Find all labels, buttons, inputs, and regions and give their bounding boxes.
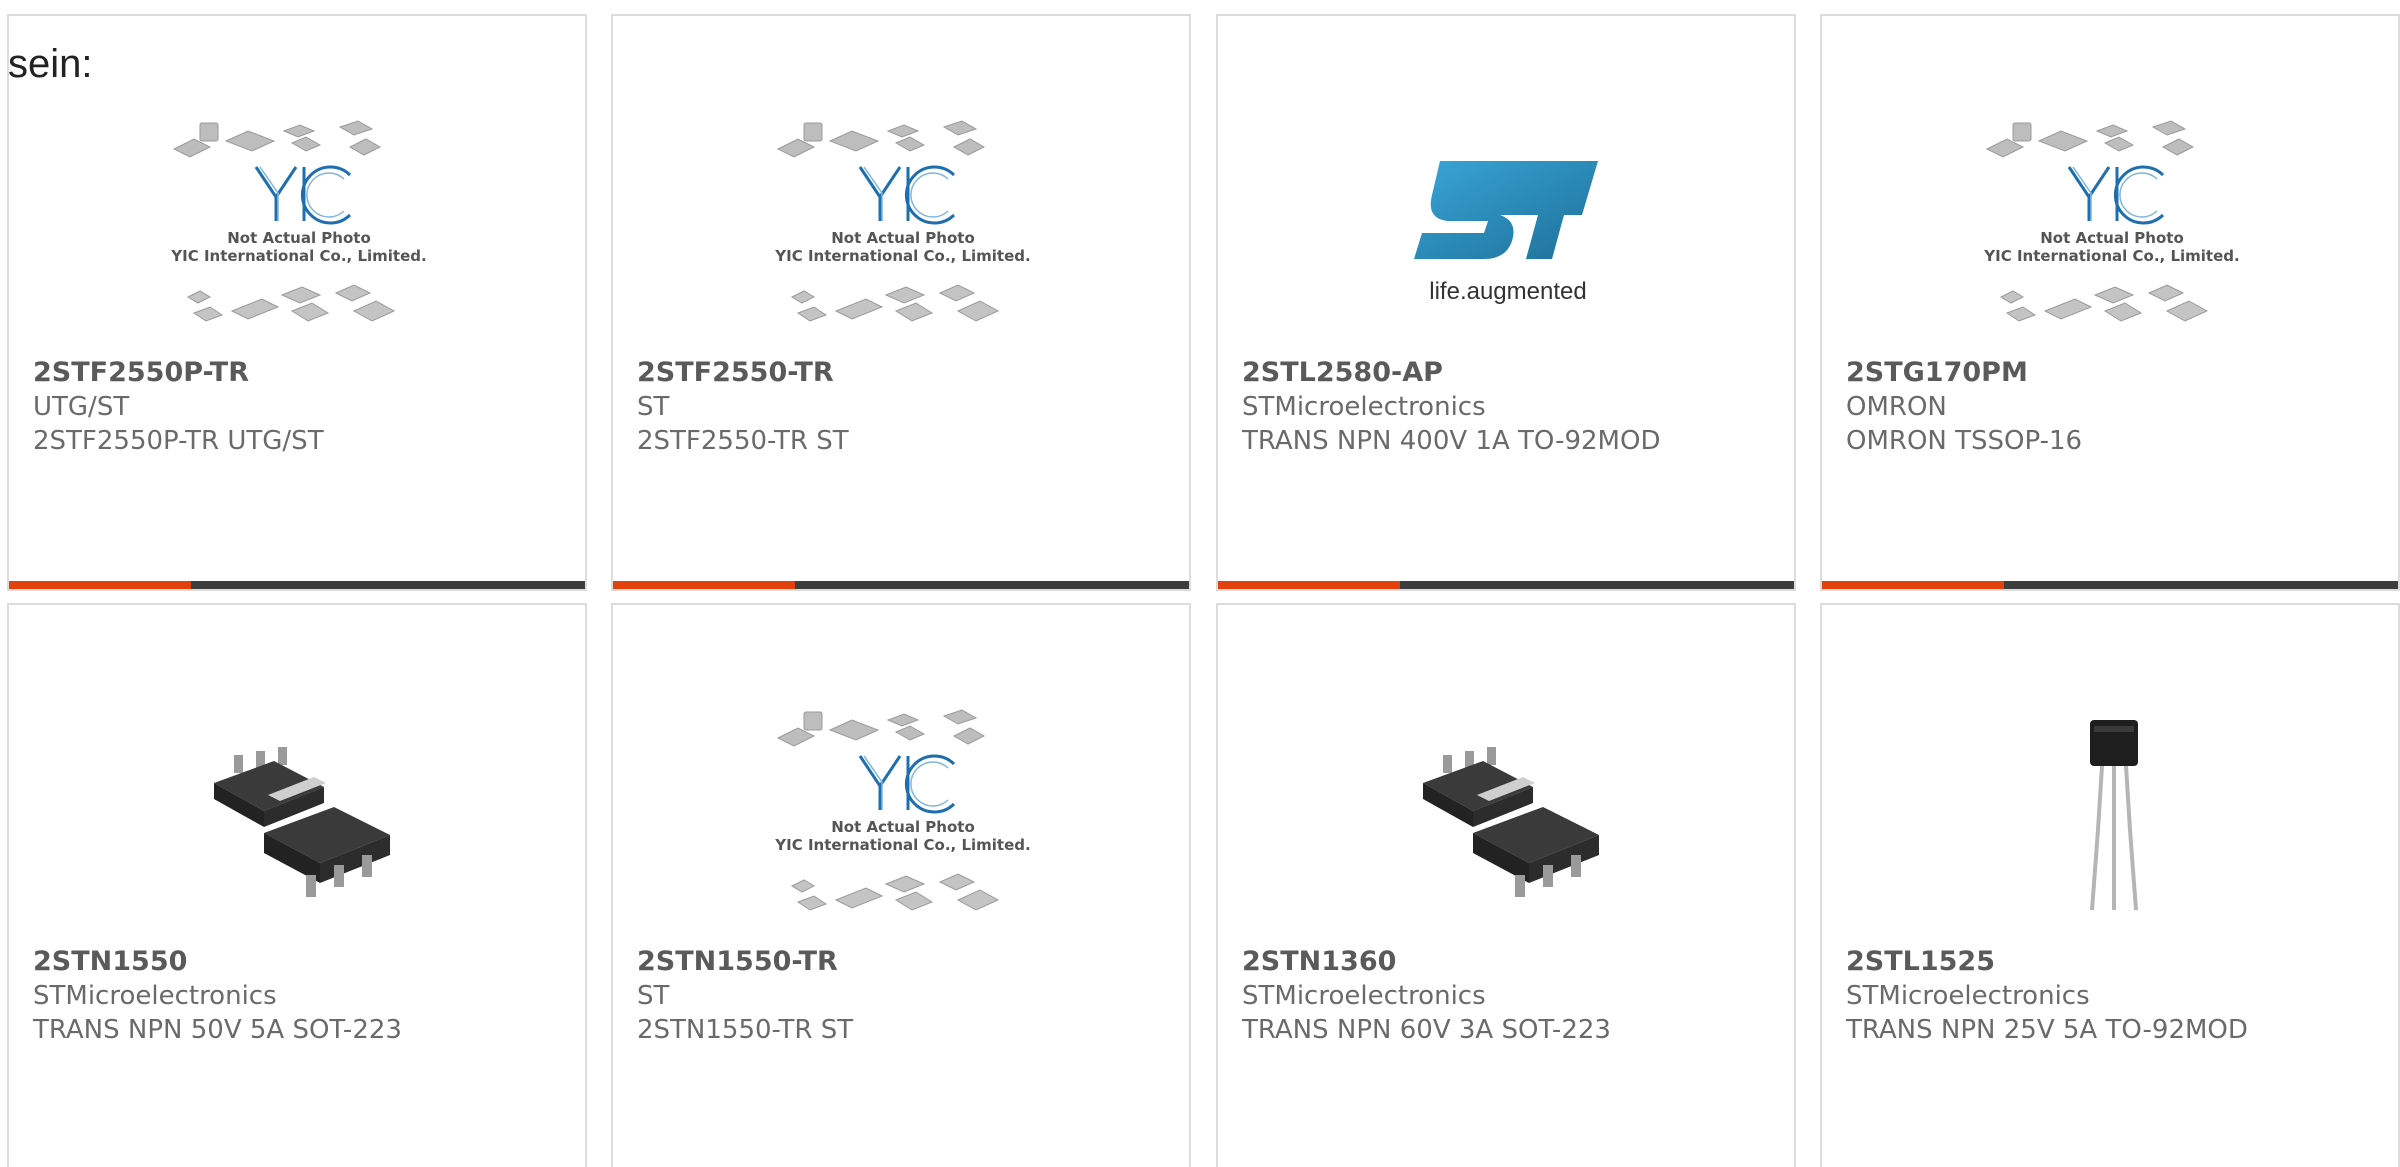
product-description: TRANS NPN 60V 3A SOT-223: [1242, 1015, 1611, 1045]
product-info: 2STG170PM OMRON OMRON TSSOP-16: [1846, 356, 2382, 458]
product-card[interactable]: 2STN1360 STMicroelectronics TRANS NPN 60…: [1216, 603, 1796, 1167]
placeholder-image: Not Actual Photo YIC International Co., …: [1983, 120, 2240, 322]
part-number[interactable]: 2STF2550-TR: [637, 356, 1173, 390]
placeholder-image: Not Actual Photo YIC International Co., …: [170, 120, 427, 322]
product-image[interactable]: [164, 685, 434, 955]
product-card[interactable]: Not Actual Photo YIC International Co., …: [611, 14, 1191, 591]
manufacturer: STMicroelectronics: [1242, 981, 1486, 1011]
placeholder-line2: YIC International Co., Limited.: [170, 247, 426, 265]
product-card[interactable]: life.augmented 2STL2580-AP STMicroelectr…: [1216, 14, 1796, 591]
card-footer-bar: [1822, 581, 2398, 589]
manufacturer: STMicroelectronics: [1846, 981, 2090, 1011]
manufacturer: ST: [637, 392, 670, 422]
product-description: OMRON TSSOP-16: [1846, 426, 2083, 456]
product-image[interactable]: [1977, 685, 2247, 955]
placeholder-image: Not Actual Photo YIC International Co., …: [774, 120, 1031, 322]
placeholder-image: Not Actual Photo YIC International Co., …: [774, 709, 1031, 911]
product-description: 2STF2550P-TR UTG/ST: [33, 426, 324, 456]
placeholder-line1: Not Actual Photo: [2040, 229, 2184, 247]
product-card[interactable]: 2STL1525 STMicroelectronics TRANS NPN 25…: [1820, 603, 2400, 1167]
product-info: 2STN1550-TR ST 2STN1550-TR ST: [637, 945, 1173, 1047]
product-info: 2STL1525 STMicroelectronics TRANS NPN 25…: [1846, 945, 2382, 1047]
product-image[interactable]: Not Actual Photo YIC International Co., …: [164, 96, 434, 366]
placeholder-line2: YIC International Co., Limited.: [1983, 247, 2239, 265]
placeholder-line1: Not Actual Photo: [227, 229, 371, 247]
manufacturer: STMicroelectronics: [1242, 392, 1486, 422]
part-number[interactable]: 2STL1525: [1846, 945, 2382, 979]
st-logo-tagline: life.augmented: [1429, 278, 1586, 305]
card-footer-accent: [1218, 581, 1400, 589]
card-footer-bar: [9, 581, 585, 589]
product-info: 2STL2580-AP STMicroelectronics TRANS NPN…: [1242, 356, 1778, 458]
product-description: 2STN1550-TR ST: [637, 1015, 854, 1045]
product-card[interactable]: Not Actual Photo YIC International Co., …: [1820, 14, 2400, 591]
product-info: 2STF2550-TR ST 2STF2550-TR ST: [637, 356, 1173, 458]
product-info: 2STN1550 STMicroelectronics TRANS NPN 50…: [33, 945, 569, 1047]
product-card[interactable]: 2STN1550 STMicroelectronics TRANS NPN 50…: [7, 603, 587, 1167]
placeholder-line1: Not Actual Photo: [831, 229, 975, 247]
product-description: TRANS NPN 50V 5A SOT-223: [33, 1015, 402, 1045]
card-footer-bar: [613, 581, 1189, 589]
product-card[interactable]: Not Actual Photo YIC International Co., …: [611, 603, 1191, 1167]
part-number[interactable]: 2STN1360: [1242, 945, 1778, 979]
product-image[interactable]: Not Actual Photo YIC International Co., …: [768, 96, 1038, 366]
to92-image: [2090, 720, 2138, 911]
card-footer-accent: [613, 581, 795, 589]
product-image[interactable]: Not Actual Photo YIC International Co., …: [1977, 96, 2247, 366]
manufacturer: STMicroelectronics: [33, 981, 277, 1011]
product-info: 2STN1360 STMicroelectronics TRANS NPN 60…: [1242, 945, 1778, 1047]
product-info: 2STF2550P-TR UTG/ST 2STF2550P-TR UTG/ST: [33, 356, 569, 458]
manufacturer: OMRON: [1846, 392, 1947, 422]
product-description: TRANS NPN 400V 1A TO-92MOD: [1242, 426, 1661, 456]
part-number[interactable]: 2STN1550: [33, 945, 569, 979]
part-number[interactable]: 2STN1550-TR: [637, 945, 1173, 979]
placeholder-line2: YIC International Co., Limited.: [774, 247, 1030, 265]
st-logo-image: life.augmented: [1414, 161, 1598, 305]
lead-text: sein:: [8, 42, 93, 86]
product-image[interactable]: Not Actual Photo YIC International Co., …: [768, 685, 1038, 955]
part-number[interactable]: 2STL2580-AP: [1242, 356, 1778, 390]
product-card[interactable]: Not Actual Photo YIC International Co., …: [7, 14, 587, 591]
sot223-image: [1423, 747, 1599, 897]
card-footer-accent: [9, 581, 191, 589]
placeholder-line2: YIC International Co., Limited.: [774, 836, 1030, 854]
product-description: TRANS NPN 25V 5A TO-92MOD: [1846, 1015, 2248, 1045]
product-image[interactable]: [1373, 685, 1643, 955]
card-footer-bar: [1218, 581, 1794, 589]
sot223-image: [214, 747, 390, 897]
manufacturer: ST: [637, 981, 670, 1011]
placeholder-line1: Not Actual Photo: [831, 818, 975, 836]
product-image[interactable]: life.augmented: [1373, 96, 1643, 366]
manufacturer: UTG/ST: [33, 392, 130, 422]
part-number[interactable]: 2STG170PM: [1846, 356, 2382, 390]
part-number[interactable]: 2STF2550P-TR: [33, 356, 569, 390]
card-footer-accent: [1822, 581, 2004, 589]
product-description: 2STF2550-TR ST: [637, 426, 849, 456]
